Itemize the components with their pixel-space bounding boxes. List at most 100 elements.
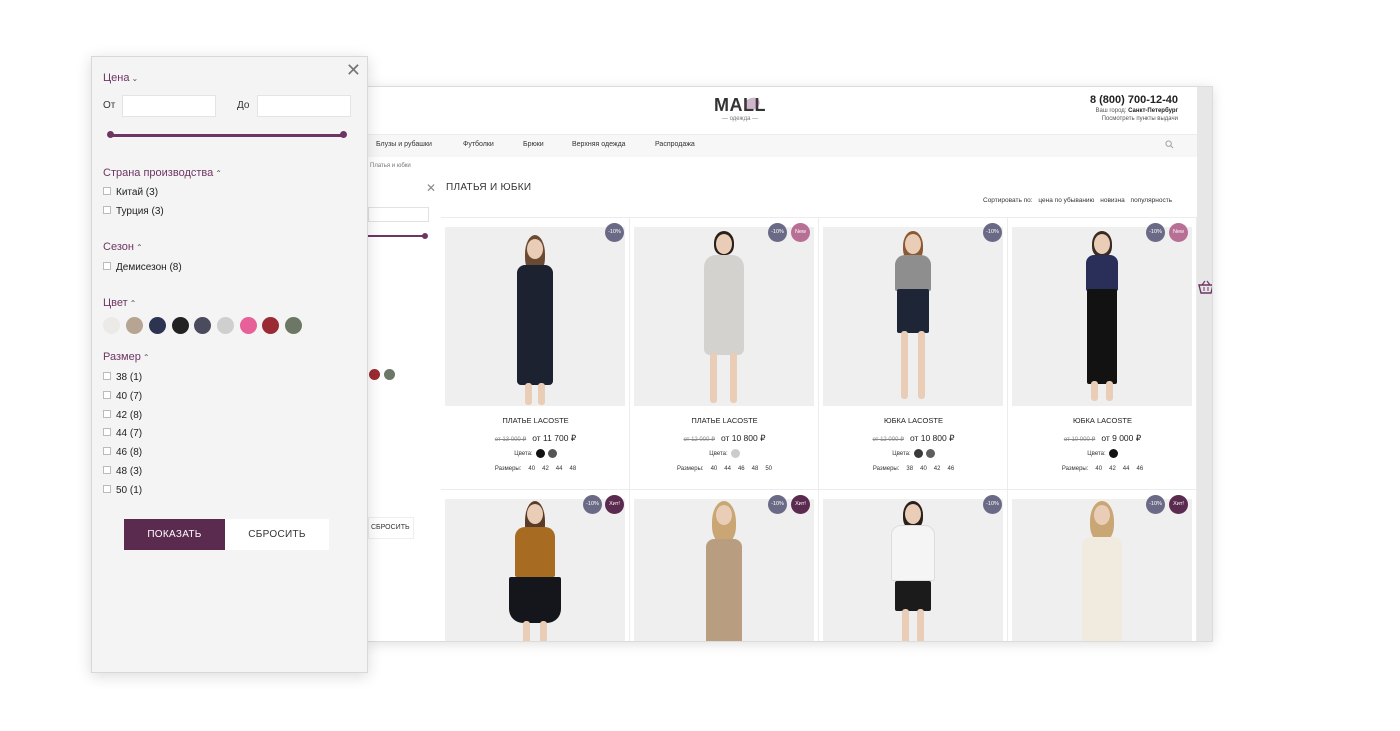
sort-option-price[interactable]: цена по убыванию (1038, 197, 1094, 204)
checkbox-size-38[interactable]: 38 (1) (103, 372, 142, 383)
slider-knob-underlay[interactable] (422, 233, 428, 239)
product-card[interactable]: -10% New ЮБКА LACOSTE от 10 000 ₽ от 9 00… (1008, 218, 1197, 490)
filter-section-size[interactable]: Размер ⌃ (103, 351, 150, 363)
product-name[interactable]: ЮБКА LACOSTE (819, 416, 1008, 425)
checkbox-size-44[interactable]: 44 (7) (103, 428, 142, 439)
pickup-points-link[interactable]: Посмотреть пункты выдачи (1102, 116, 1178, 122)
size-option[interactable]: 44 (724, 466, 731, 472)
checkbox[interactable] (103, 466, 111, 474)
color-swatch-underlay[interactable] (369, 369, 380, 380)
color-dot[interactable] (547, 449, 557, 458)
filter-section-color[interactable]: Цвет ⌃ (103, 297, 136, 309)
checkbox[interactable] (103, 447, 111, 455)
size-option[interactable]: 40 (1095, 466, 1102, 472)
nav-item-outerwear[interactable]: Верхняя одежда (572, 141, 626, 148)
checkbox-country-china[interactable]: Китай (3) (103, 187, 158, 198)
product-card[interactable]: -10% (819, 490, 1008, 641)
close-icon[interactable]: ✕ (346, 60, 361, 81)
size-option[interactable]: 44 (1123, 466, 1130, 472)
checkbox[interactable] (103, 485, 111, 493)
price-input-underlay[interactable] (368, 207, 429, 222)
price-slider-max-handle[interactable] (340, 131, 347, 138)
product-card[interactable]: -10% ПЛАТЬЕ LACOSTE от 13 000 ₽ от 11 700… (441, 218, 630, 490)
product-card[interactable]: -10% Хит! (1008, 490, 1197, 641)
product-card[interactable]: -10% ЮБКА LACOSTE от 12 000 ₽ от 10 800 ₽… (819, 218, 1008, 490)
show-button[interactable]: ПОКАЗАТЬ (124, 519, 225, 550)
product-name[interactable]: ПЛАТЬЕ LACOSTE (441, 416, 630, 425)
color-swatch[interactable] (172, 317, 189, 334)
checkbox[interactable] (103, 391, 111, 399)
nav-item-trousers[interactable]: Брюки (523, 141, 544, 148)
price-to-input[interactable] (257, 95, 351, 117)
size-option[interactable]: 44 (556, 466, 563, 472)
nav-item-blouses[interactable]: Блузы и рубашки (376, 141, 432, 148)
product-card[interactable]: -10% Хит! (441, 490, 630, 641)
city-selector[interactable]: Ваш город: Санкт-Петербург (1096, 108, 1178, 114)
logo[interactable]: MALL — одежда — (714, 95, 766, 123)
color-swatch[interactable] (285, 317, 302, 334)
size-option[interactable]: 46 (1136, 466, 1143, 472)
color-swatch[interactable] (240, 317, 257, 334)
basket-icon[interactable] (1198, 280, 1213, 294)
product-name[interactable]: ЮБКА LACOSTE (1008, 416, 1197, 425)
color-swatch[interactable] (217, 317, 234, 334)
checkbox-season-demi[interactable]: Демисезон (8) (103, 262, 182, 273)
product-photo[interactable] (445, 499, 625, 641)
color-swatch-underlay[interactable] (384, 369, 395, 380)
color-dot[interactable] (535, 449, 545, 458)
color-swatch[interactable] (194, 317, 211, 334)
checkbox[interactable] (103, 206, 111, 214)
scrollbar[interactable] (1197, 87, 1212, 641)
price-from-input[interactable] (122, 95, 216, 117)
color-dot[interactable] (925, 449, 935, 458)
filter-section-price[interactable]: Цена ⌄ (103, 72, 138, 84)
product-photo[interactable] (1012, 499, 1192, 641)
filter-section-country[interactable]: Страна производства ⌃ (103, 167, 222, 179)
color-swatch[interactable] (262, 317, 279, 334)
size-option[interactable]: 42 (542, 466, 549, 472)
checkbox-size-50[interactable]: 50 (1) (103, 485, 142, 496)
color-swatch[interactable] (103, 317, 120, 334)
reset-button[interactable]: СБРОСИТЬ (225, 519, 329, 550)
size-option[interactable]: 40 (711, 466, 718, 472)
breadcrumb[interactable]: Платья и юбки (370, 163, 411, 169)
product-photo[interactable] (823, 227, 1003, 406)
product-name[interactable]: ПЛАТЬЕ LACOSTE (630, 416, 819, 425)
color-swatch[interactable] (149, 317, 166, 334)
checkbox-size-46[interactable]: 46 (8) (103, 447, 142, 458)
sort-option-new[interactable]: новизна (1100, 197, 1124, 204)
size-option[interactable]: 40 (528, 466, 535, 472)
size-option[interactable]: 40 (920, 466, 927, 472)
product-photo[interactable] (445, 227, 625, 406)
size-option[interactable]: 48 (752, 466, 759, 472)
checkbox-size-40[interactable]: 40 (7) (103, 391, 142, 402)
nav-item-tshirts[interactable]: Футболки (463, 141, 494, 148)
checkbox-country-turkey[interactable]: Турция (3) (103, 206, 164, 217)
product-photo[interactable] (823, 499, 1003, 641)
size-option[interactable]: 50 (765, 466, 772, 472)
phone-number[interactable]: 8 (800) 700-12-40 (1090, 94, 1178, 106)
color-swatch[interactable] (126, 317, 143, 334)
filter-section-season[interactable]: Сезон ⌃ (103, 241, 143, 253)
checkbox-size-48[interactable]: 48 (3) (103, 466, 142, 477)
close-icon[interactable]: ✕ (426, 181, 436, 195)
checkbox[interactable] (103, 428, 111, 436)
checkbox[interactable] (103, 410, 111, 418)
size-option[interactable]: 42 (934, 466, 941, 472)
price-slider-min-handle[interactable] (107, 131, 114, 138)
color-dot[interactable] (913, 449, 923, 458)
city-value[interactable]: Санкт-Петербург (1128, 108, 1178, 114)
checkbox[interactable] (103, 187, 111, 195)
search-icon[interactable] (1165, 140, 1174, 149)
reset-button-underlay[interactable]: СБРОСИТЬ (368, 517, 414, 539)
checkbox[interactable] (103, 372, 111, 380)
size-option[interactable]: 46 (947, 466, 954, 472)
sort-option-popular[interactable]: популярность (1131, 197, 1173, 204)
size-option[interactable]: 46 (738, 466, 745, 472)
color-dot[interactable] (730, 449, 740, 458)
color-dot[interactable] (1108, 449, 1118, 458)
checkbox-size-42[interactable]: 42 (8) (103, 410, 142, 421)
product-card[interactable]: -10% Хит! (630, 490, 819, 641)
product-photo[interactable] (634, 499, 814, 641)
size-option[interactable]: 42 (1109, 466, 1116, 472)
